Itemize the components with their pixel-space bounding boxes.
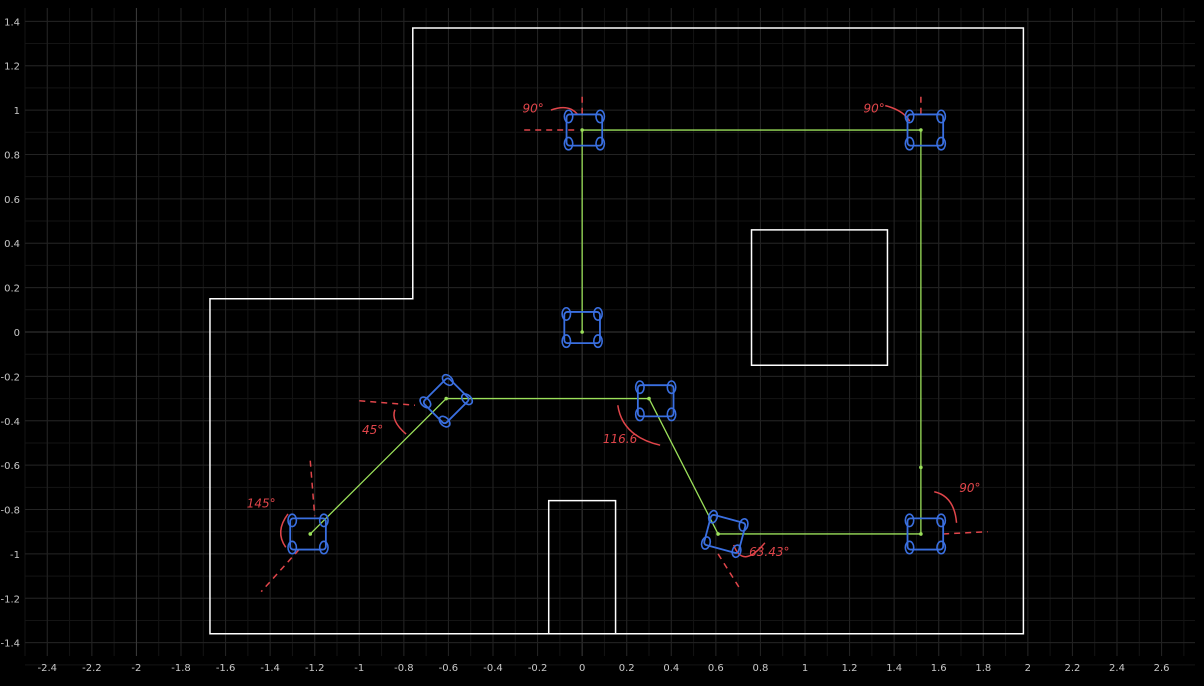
y-tick-label: 1.4 bbox=[4, 17, 20, 28]
angle-guides bbox=[260, 96, 988, 593]
robot-wheel bbox=[592, 334, 603, 349]
robot-wheel bbox=[634, 407, 645, 422]
robot-wheel bbox=[441, 373, 454, 387]
x-tick-label: -1.2 bbox=[305, 663, 325, 674]
grid bbox=[24, 8, 1195, 666]
robot-wheel bbox=[563, 109, 574, 124]
y-tick-label: 0.6 bbox=[4, 195, 20, 206]
robot-wheel bbox=[595, 136, 606, 151]
x-tick-label: 0.6 bbox=[708, 663, 724, 674]
obstacle bbox=[750, 229, 889, 367]
robot-wheel bbox=[634, 380, 645, 395]
x-tick-label: 1.6 bbox=[931, 663, 947, 674]
robots bbox=[287, 109, 947, 559]
robot-wheel bbox=[318, 540, 329, 555]
x-tick-label: 2.4 bbox=[1109, 663, 1125, 674]
path-waypoint bbox=[647, 396, 651, 401]
y-tick-label: 0.2 bbox=[4, 284, 20, 295]
robot bbox=[634, 380, 677, 422]
path-waypoint bbox=[919, 465, 923, 470]
x-tick-label: 0 bbox=[579, 663, 585, 674]
y-tick-label: -0.6 bbox=[0, 461, 20, 472]
y-tick-label: -0.2 bbox=[0, 372, 20, 383]
y-tick-label: -1.2 bbox=[0, 594, 20, 605]
angle-guide bbox=[359, 400, 416, 406]
angle-arrow bbox=[279, 513, 289, 548]
x-tick-label: -0.4 bbox=[483, 663, 503, 674]
angle-label: 90° bbox=[522, 101, 543, 115]
angle-guide bbox=[260, 548, 300, 593]
y-tick-label: -0.8 bbox=[0, 506, 20, 517]
field-boundary bbox=[209, 27, 1025, 635]
robot-wheel bbox=[707, 509, 719, 524]
y-tick-label: 1 bbox=[14, 106, 20, 117]
x-tick-label: 1 bbox=[802, 663, 808, 674]
angle-label: 90° bbox=[959, 481, 980, 495]
x-tick-label: -2.2 bbox=[82, 663, 102, 674]
x-tick-label: -2.4 bbox=[38, 663, 58, 674]
robot-wheel bbox=[904, 136, 915, 151]
angle-label: 45° bbox=[362, 423, 383, 437]
robot-wheel bbox=[904, 513, 915, 528]
x-tick-label: 1.8 bbox=[975, 663, 991, 674]
path-waypoint bbox=[580, 330, 584, 334]
y-tick-label: 1.2 bbox=[4, 62, 20, 73]
y-tick-label: -1.4 bbox=[0, 639, 20, 650]
robot-wheel bbox=[563, 136, 574, 151]
angle-annotations: 90° 90° 90° 63.43° 116.6 45° 145° bbox=[247, 101, 981, 559]
x-tick-label: 0.2 bbox=[619, 663, 635, 674]
x-tick-label: -1.6 bbox=[216, 663, 236, 674]
x-tick-label: 1.4 bbox=[886, 663, 902, 674]
x-tick-label: -0.2 bbox=[528, 663, 548, 674]
angle-label: 63.43° bbox=[749, 545, 789, 559]
field-diagram: -2.4 -2.2 -2 -1.8 -1.6 -1.4 -1.2 -1 -0.8 -0.6 -0.4… bbox=[0, 8, 1195, 674]
robot bbox=[287, 513, 329, 555]
robot-wheel bbox=[904, 540, 915, 555]
y-tick-label: 0.4 bbox=[4, 239, 20, 250]
y-tick-label: -0.4 bbox=[0, 417, 20, 428]
robot-wheel bbox=[438, 415, 451, 428]
path-waypoint bbox=[716, 532, 720, 536]
robot-wheel bbox=[595, 109, 606, 124]
axes: -2.4 -2.2 -2 -1.8 -1.6 -1.4 -1.2 -1 -0.8 -0.6 -0.4… bbox=[0, 17, 1169, 674]
x-tick-label: 0.8 bbox=[752, 663, 768, 674]
x-tick-label: 1.2 bbox=[842, 663, 858, 674]
field-walls bbox=[209, 27, 1025, 635]
y-tick-label: 0.8 bbox=[4, 150, 20, 161]
x-tick-label: -0.6 bbox=[439, 663, 459, 674]
angle-label: 116.6 bbox=[603, 432, 638, 446]
angle-label: 90° bbox=[863, 101, 884, 115]
x-tick-label: -2 bbox=[131, 663, 141, 674]
y-tick-label: 0 bbox=[14, 328, 20, 339]
x-tick-label: 2.6 bbox=[1154, 663, 1170, 674]
path-waypoint bbox=[919, 532, 923, 536]
angle-guide bbox=[717, 553, 742, 590]
path-waypoint bbox=[308, 532, 313, 536]
x-tick-label: -1 bbox=[354, 663, 364, 674]
robot-wheel bbox=[561, 334, 572, 349]
x-tick-label: 2.2 bbox=[1064, 663, 1080, 674]
angle-guide bbox=[309, 460, 316, 517]
x-tick-label: 0.4 bbox=[663, 663, 679, 674]
y-tick-label: -1 bbox=[10, 550, 20, 561]
path-waypoint bbox=[580, 128, 584, 132]
x-tick-label: -1.4 bbox=[260, 663, 280, 674]
angle-label: 145° bbox=[247, 496, 276, 510]
path-waypoint bbox=[919, 128, 923, 132]
x-tick-label: 2 bbox=[1025, 663, 1031, 674]
x-tick-label: -1.8 bbox=[171, 663, 191, 674]
path-waypoint bbox=[444, 396, 449, 401]
robot-wheel bbox=[419, 396, 432, 409]
x-tick-label: -0.8 bbox=[394, 663, 414, 674]
